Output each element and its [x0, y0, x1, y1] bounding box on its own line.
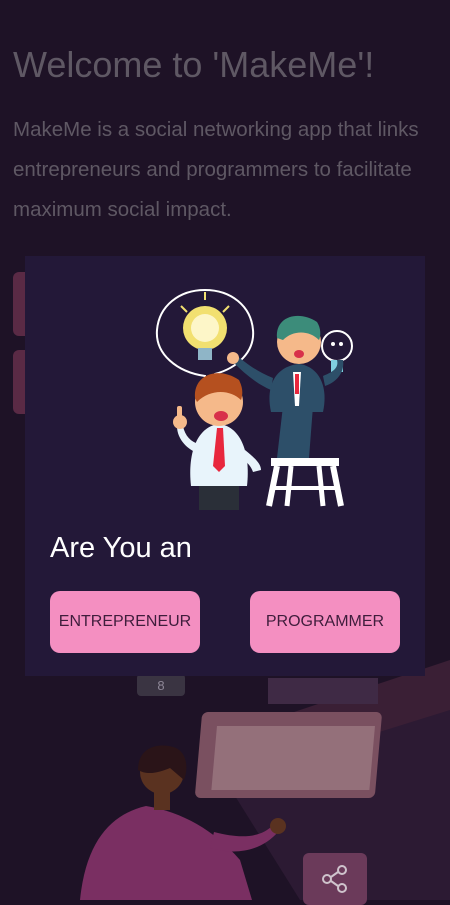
role-question: Are You an — [50, 532, 192, 564]
programmer-button[interactable]: PROGRAMMER — [250, 591, 400, 653]
share-icon — [322, 865, 347, 893]
welcome-title: Welcome to 'MakeMe'! — [13, 44, 375, 85]
app-description: MakeMe is a social networking app that l… — [13, 118, 419, 221]
role-selection-dialog: Are You an ENTREPRENEUR PROGRAMMER — [25, 256, 425, 676]
background-badge: 8 — [137, 674, 185, 696]
entrepreneur-button[interactable]: ENTREPRENEUR — [50, 591, 200, 653]
dialog-illustration — [155, 288, 353, 510]
share-button[interactable] — [303, 853, 367, 905]
